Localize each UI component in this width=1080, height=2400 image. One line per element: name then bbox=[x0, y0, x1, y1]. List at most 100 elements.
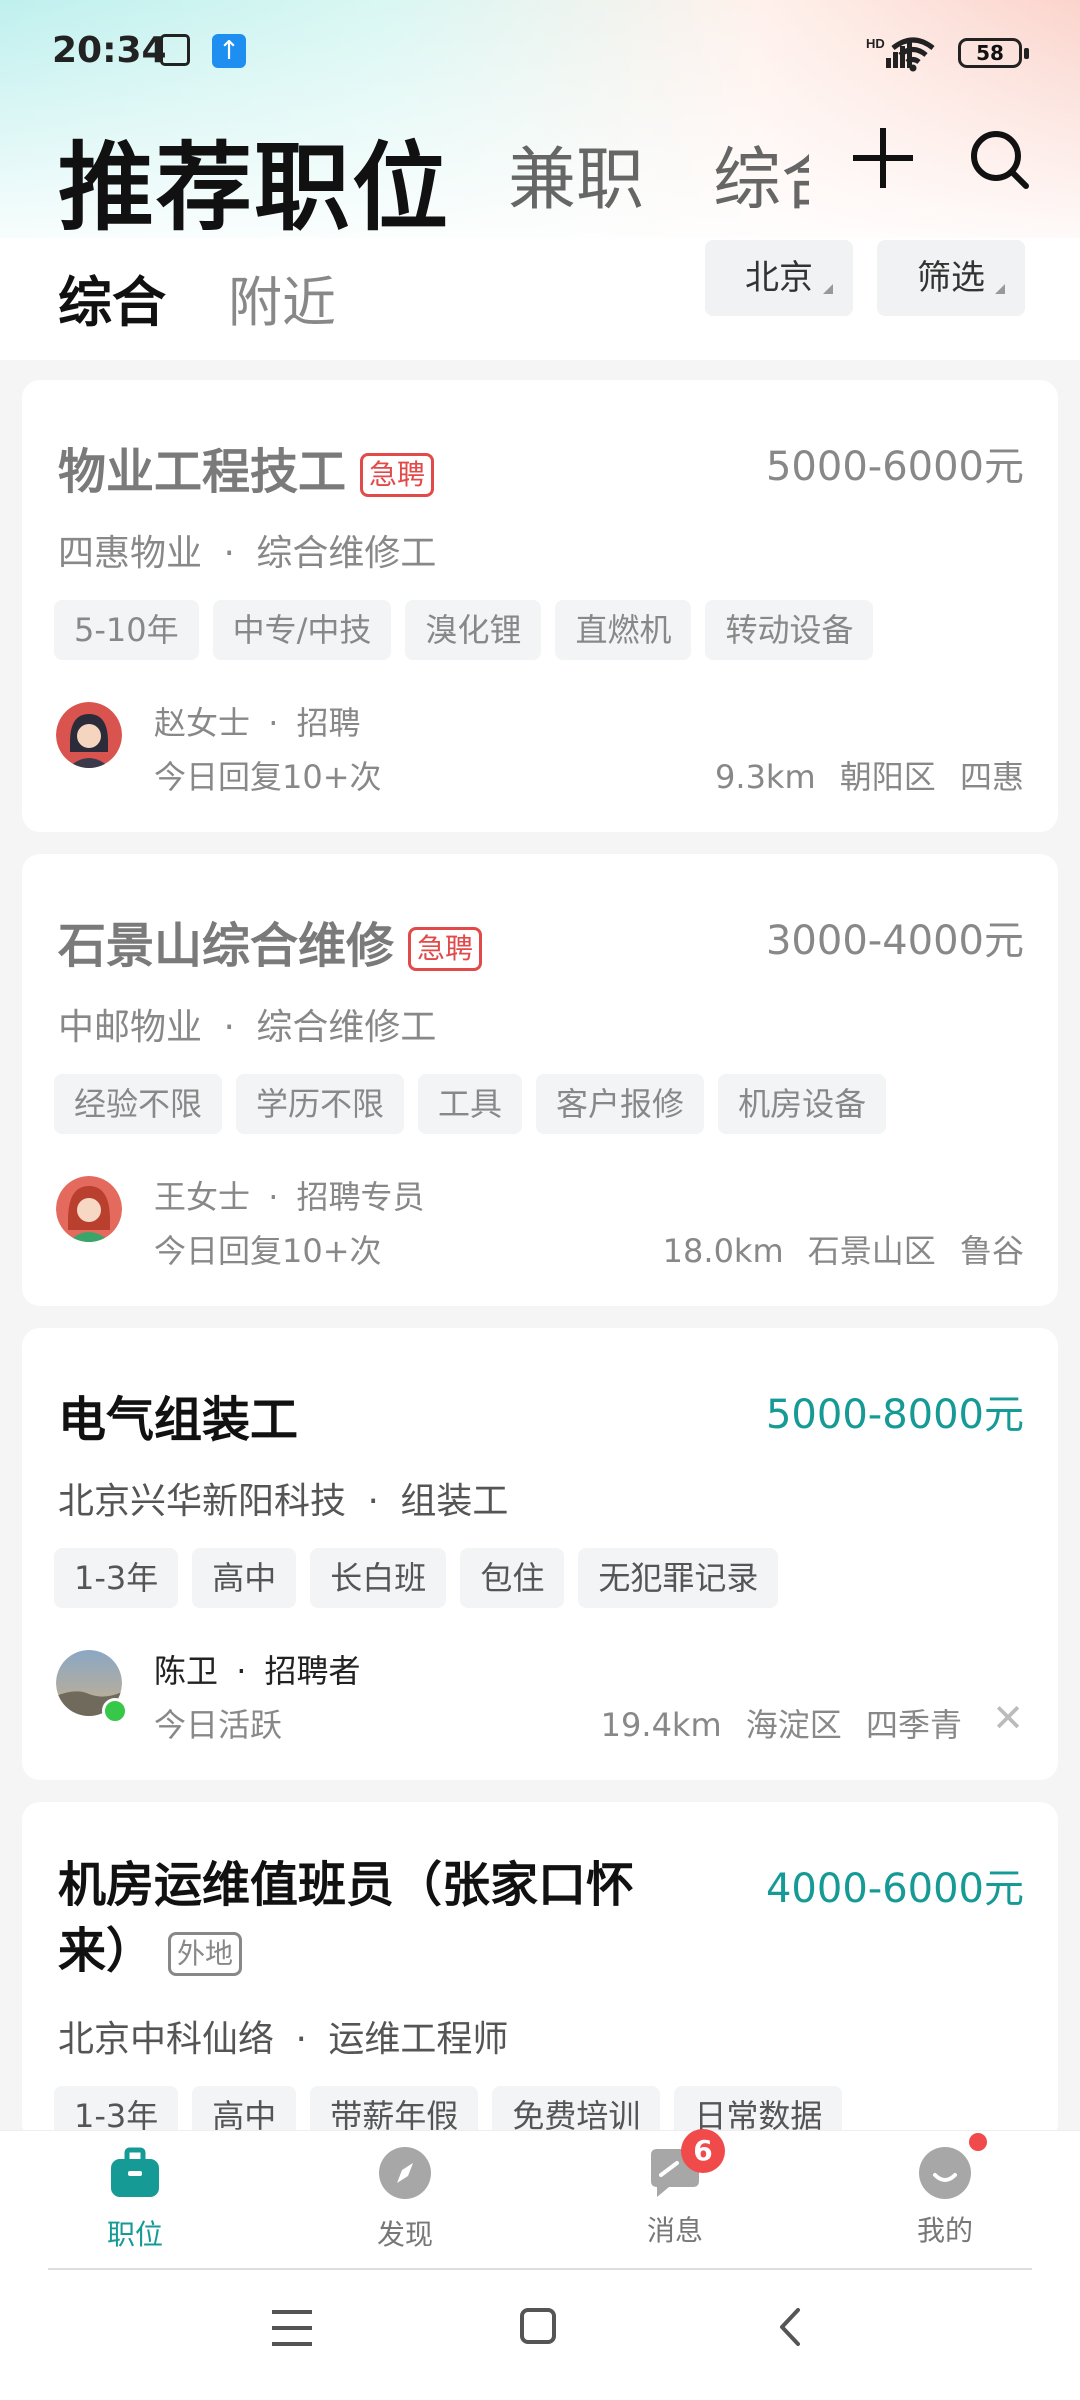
upload-icon: ↑ bbox=[212, 34, 246, 68]
menu-icon[interactable] bbox=[272, 2310, 312, 2346]
job-title: 物业工程技工 急聘 bbox=[58, 432, 435, 502]
nav-jobs[interactable]: 职位 bbox=[65, 2145, 205, 2253]
battery-indicator: 58 bbox=[958, 38, 1029, 68]
nav-messages[interactable]: 6 消息 bbox=[605, 2129, 745, 2249]
recruiter-activity: 今日回复10+次 bbox=[154, 758, 382, 796]
tab-general[interactable]: 综合 bbox=[713, 124, 809, 223]
urgent-badge: 急聘 bbox=[408, 927, 483, 971]
job-salary: 5000-6000元 bbox=[765, 444, 1024, 490]
job-company: 北京中科仙络 · 运维工程师 bbox=[58, 2010, 508, 2062]
separator: · bbox=[223, 533, 235, 574]
position-name: 综合维修工 bbox=[256, 533, 437, 574]
job-location: 9.3km 朝阳区 四惠 bbox=[715, 752, 1024, 798]
job-card[interactable]: 机房运维值班员（张家口怀 来） 外地 4000-6000元 北京中科仙络 · 运维… bbox=[22, 1802, 1058, 2142]
job-tag: 经验不限 bbox=[54, 1074, 223, 1134]
job-tag: 1-3年 bbox=[54, 1548, 179, 1608]
job-card[interactable]: 物业工程技工 急聘 5000-6000元 四惠物业 · 综合维修工 5-10年 中专… bbox=[22, 380, 1058, 832]
job-tag: 高中 bbox=[192, 1548, 297, 1608]
job-tag: 客户报修 bbox=[536, 1074, 705, 1134]
company-name: 北京兴华新阳科技 bbox=[58, 1481, 347, 1522]
nav-label: 职位 bbox=[106, 2218, 163, 2251]
recruiter-info: 陈卫 · 招聘者 bbox=[154, 1646, 361, 1692]
job-tag: 5-10年 bbox=[54, 600, 199, 660]
job-company: 中邮物业 · 综合维修工 bbox=[58, 998, 436, 1050]
job-title-text: 物业工程技工 bbox=[58, 444, 347, 500]
recruiter-activity: 今日回复10+次 bbox=[154, 1232, 382, 1270]
tab-part-time[interactable]: 兼职 bbox=[508, 124, 644, 223]
job-tag: 学历不限 bbox=[236, 1074, 405, 1134]
job-tag: 中专/中技 bbox=[212, 600, 392, 660]
job-card[interactable]: 石景山综合维修 急聘 3000-4000元 中邮物业 · 综合维修工 经验不限 学历… bbox=[22, 854, 1058, 1306]
area: 四惠 bbox=[959, 758, 1024, 796]
separator: · bbox=[223, 1007, 235, 1048]
subtab-nearby[interactable]: 附近 bbox=[228, 258, 336, 337]
district: 石景山区 bbox=[807, 1232, 936, 1270]
job-salary: 4000-6000元 bbox=[765, 1866, 1024, 1912]
distance: 19.4km bbox=[600, 1706, 722, 1744]
job-salary: 5000-8000元 bbox=[765, 1392, 1024, 1438]
job-tags: 经验不限 学历不限 工具 客户报修 机房设备 bbox=[54, 1074, 900, 1138]
job-company: 四惠物业 · 综合维修工 bbox=[58, 524, 436, 576]
avatar[interactable] bbox=[56, 1176, 122, 1242]
city-dropdown[interactable]: 北京 bbox=[705, 240, 853, 316]
remote-badge: 外地 bbox=[168, 1932, 243, 1976]
job-title: 电气组装工 bbox=[58, 1380, 298, 1450]
job-tag: 工具 bbox=[418, 1074, 523, 1134]
distance: 9.3km bbox=[715, 758, 816, 796]
position-name: 组装工 bbox=[400, 1481, 509, 1522]
job-company: 北京兴华新阳科技 · 组装工 bbox=[58, 1472, 508, 1524]
nav-profile[interactable]: 我的 bbox=[875, 2133, 1015, 2249]
company-name: 中邮物业 bbox=[58, 1007, 203, 1048]
job-tag: 无犯罪记录 bbox=[578, 1548, 779, 1608]
area: 四季青 bbox=[865, 1706, 962, 1744]
separator: · bbox=[268, 704, 279, 742]
job-title: 机房运维值班员（张家口怀 来） 外地 bbox=[58, 1852, 678, 1984]
district: 朝阳区 bbox=[839, 758, 936, 796]
job-title-text: 石景山综合维修 bbox=[58, 918, 395, 974]
nfc-icon bbox=[160, 34, 190, 66]
recruiter-role: 招聘者 bbox=[264, 1652, 361, 1690]
svg-text:HD: HD bbox=[866, 36, 885, 51]
recruiter-role: 招聘 bbox=[296, 704, 361, 742]
recruiter-activity: 今日活跃 bbox=[154, 1706, 283, 1744]
job-card[interactable]: 电气组装工 5000-8000元 北京兴华新阳科技 · 组装工 1-3年 高中 长白… bbox=[22, 1328, 1058, 1780]
filter-dropdown[interactable]: 筛选 bbox=[877, 240, 1025, 316]
search-icon[interactable] bbox=[968, 128, 1030, 190]
distance: 18.0km bbox=[662, 1232, 784, 1270]
profile-icon-wrap bbox=[917, 2133, 987, 2201]
recruiter-name: 赵女士 bbox=[154, 704, 251, 742]
position-name: 综合维修工 bbox=[256, 1007, 437, 1048]
plus-icon[interactable] bbox=[853, 128, 913, 188]
job-title-text: 来） bbox=[58, 1923, 155, 1979]
avatar[interactable] bbox=[56, 702, 122, 768]
subtab-general[interactable]: 综合 bbox=[58, 258, 166, 337]
urgent-badge: 急聘 bbox=[360, 453, 435, 497]
close-icon[interactable]: ✕ bbox=[992, 1696, 1024, 1740]
job-tag: 转动设备 bbox=[705, 600, 874, 660]
company-name: 四惠物业 bbox=[58, 533, 203, 574]
nav-label: 发现 bbox=[376, 2218, 433, 2251]
job-title: 石景山综合维修 急聘 bbox=[58, 906, 483, 976]
compass-icon bbox=[379, 2147, 431, 2199]
separator: · bbox=[367, 1481, 379, 1522]
home-icon[interactable] bbox=[520, 2308, 556, 2344]
top-tabs: 推荐职位 兼职 综合 bbox=[58, 110, 1038, 244]
separator: · bbox=[268, 1178, 279, 1216]
recruiter-info: 王女士 · 招聘专员 bbox=[154, 1172, 425, 1218]
separator: · bbox=[295, 2019, 307, 2060]
district: 海淀区 bbox=[745, 1706, 842, 1744]
profile-icon bbox=[919, 2147, 971, 2199]
status-time: 20:34 bbox=[52, 30, 167, 71]
job-tags: 5-10年 中专/中技 溴化锂 直燃机 转动设备 bbox=[54, 600, 887, 664]
job-tag: 溴化锂 bbox=[405, 600, 542, 660]
sub-tabs: 综合 附近 北京 筛选 bbox=[0, 238, 1080, 358]
job-tag: 长白班 bbox=[310, 1548, 447, 1608]
recruiter-name: 王女士 bbox=[154, 1178, 251, 1216]
back-icon[interactable] bbox=[774, 2306, 804, 2348]
tab-recommended-jobs[interactable]: 推荐职位 bbox=[58, 110, 450, 249]
chat-icon-wrap: 6 bbox=[647, 2129, 725, 2201]
nav-label: 消息 bbox=[646, 2214, 703, 2247]
nav-discover[interactable]: 发现 bbox=[335, 2145, 475, 2253]
nav-label: 我的 bbox=[916, 2214, 973, 2247]
bottom-navigation: 职位 发现 6 消息 我的 bbox=[0, 2129, 1080, 2271]
